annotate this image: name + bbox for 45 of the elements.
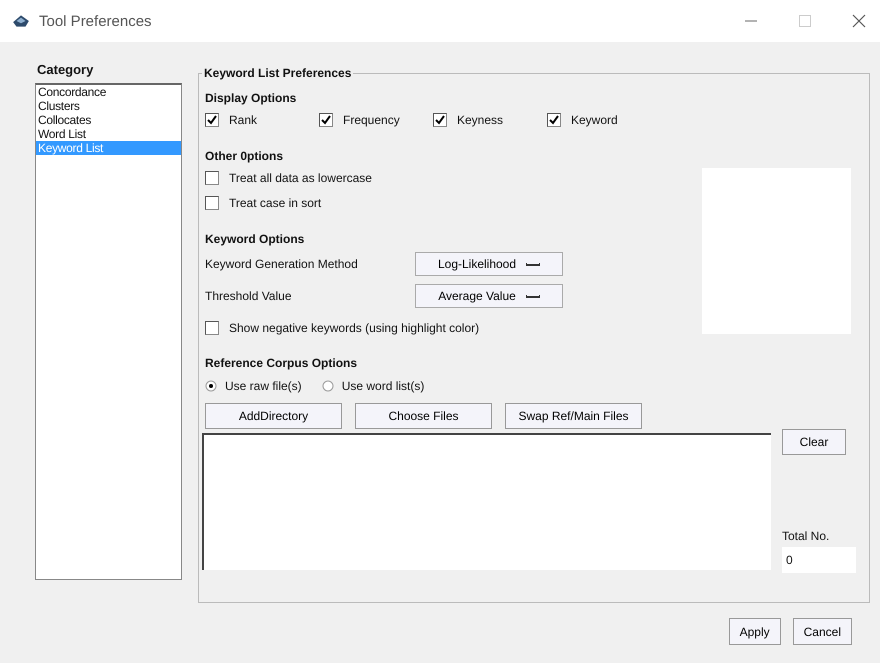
category-item[interactable]: Collocates <box>36 113 181 127</box>
section-heading: Reference Corpus Options <box>205 355 358 372</box>
section-heading: Keyword Options <box>205 231 306 248</box>
checkbox-label: Show negative keywords (using highlight color) <box>229 321 480 335</box>
checkbox[interactable] <box>205 321 219 335</box>
dropdown[interactable]: Log-Likelihood <box>415 252 563 276</box>
clear-button[interactable]: Clear <box>782 429 846 455</box>
dialog-button[interactable]: Cancel <box>792 618 852 645</box>
checkbox-label: Keyword <box>571 113 618 127</box>
window-title: Tool Preferences <box>39 12 152 30</box>
checkbox[interactable] <box>433 113 447 127</box>
checkbox[interactable] <box>205 170 219 184</box>
checkbox-label: Keyness <box>457 113 504 127</box>
checkbox-label: Treat all data as lowercase <box>229 170 372 184</box>
dialog-button[interactable]: Apply <box>728 618 781 645</box>
total-field: 0 <box>782 547 856 573</box>
field-label: Threshold Value <box>205 289 292 303</box>
group-title: Keyword List Preferences <box>203 66 352 80</box>
field-label: Keyword Generation Method <box>205 257 359 271</box>
close-icon[interactable] <box>852 14 866 28</box>
section-heading: Other 0ptions <box>205 148 284 165</box>
category-item[interactable]: Word List <box>36 127 181 141</box>
action-button[interactable]: Swap Ref/Main Files <box>505 403 642 429</box>
category-item[interactable]: Clusters <box>36 99 181 113</box>
action-button[interactable]: AddDirectory <box>205 403 342 429</box>
checkbox-label: Rank <box>229 113 258 127</box>
maximize-icon <box>798 14 812 28</box>
checkbox[interactable] <box>547 113 561 127</box>
radio-label: Use raw file(s) <box>225 379 302 393</box>
action-button[interactable]: Choose Files <box>355 403 492 429</box>
dropdown-indicator-icon <box>526 262 540 266</box>
radio-label: Use word list(s) <box>342 379 424 393</box>
checkbox[interactable] <box>205 196 219 210</box>
checkbox[interactable] <box>205 113 219 127</box>
radio-button[interactable] <box>322 380 334 392</box>
category-label: Category <box>37 62 94 77</box>
checkbox[interactable] <box>319 113 333 127</box>
dropdown-indicator-icon <box>526 294 540 298</box>
checkbox-label: Frequency <box>343 113 400 127</box>
total-label: Total No. <box>782 529 830 543</box>
section-heading: Display Options <box>205 90 298 107</box>
category-item[interactable]: Concordance <box>36 85 181 99</box>
dropdown[interactable]: Average Value <box>415 284 563 308</box>
radio-button[interactable] <box>205 380 217 392</box>
checkbox-label: Treat case in sort <box>229 196 322 210</box>
